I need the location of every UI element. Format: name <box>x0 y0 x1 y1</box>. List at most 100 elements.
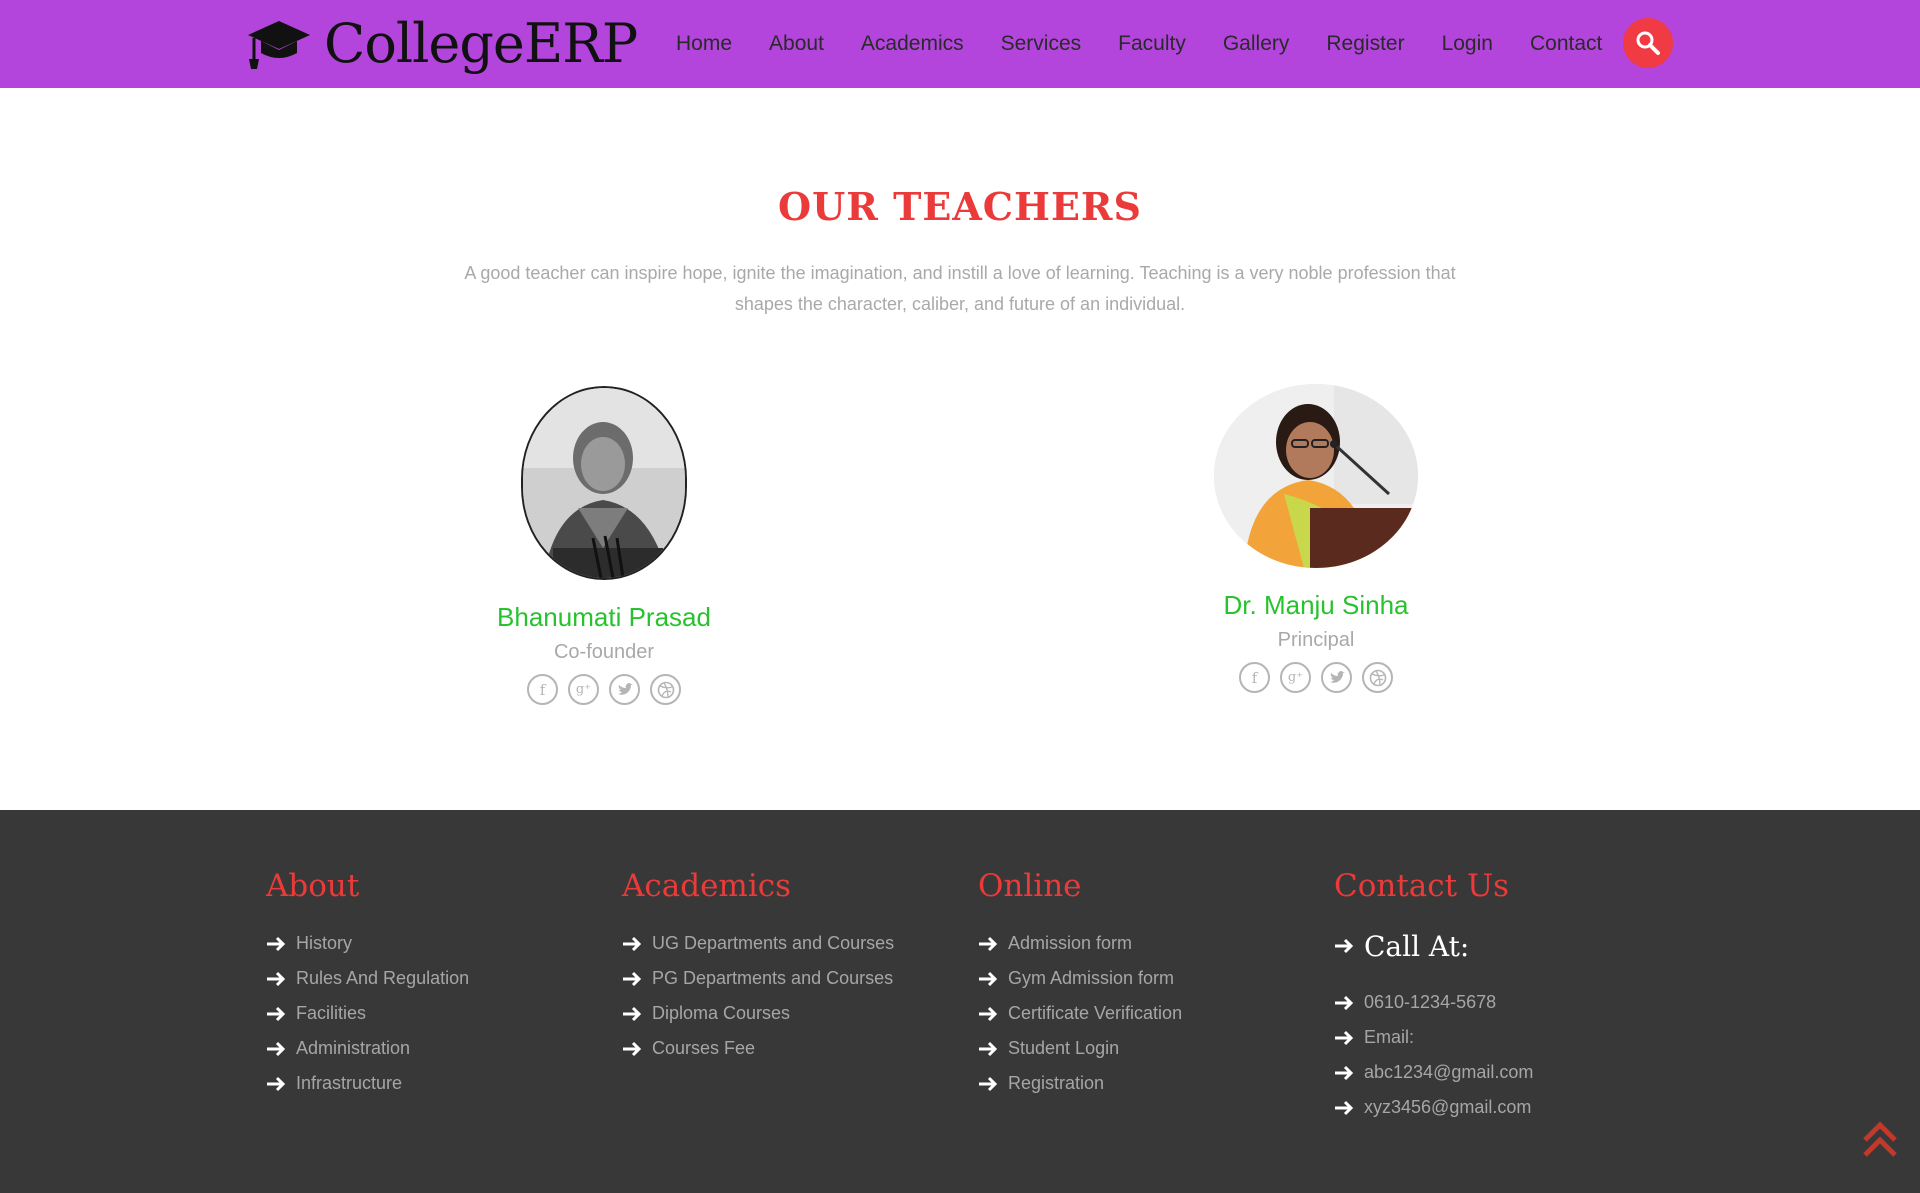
arrow-right-icon <box>623 1041 642 1056</box>
teacher-name: Bhanumati Prasad <box>497 602 711 632</box>
search-button[interactable] <box>1623 18 1673 68</box>
email-label-text: Email: <box>1364 1027 1415 1047</box>
facebook-icon[interactable]: f <box>527 674 558 705</box>
footer-link-infrastructure[interactable]: Infrastructure <box>266 1066 469 1101</box>
twitter-bird-glyph <box>1329 670 1345 683</box>
footer-link-admission-form[interactable]: Admission form <box>978 926 1182 961</box>
arrow-right-icon <box>623 936 642 951</box>
arrow-right-icon <box>267 1006 286 1021</box>
contact-email-1[interactable]: abc1234@gmail.com <box>1334 1055 1533 1090</box>
teacher-portrait-image <box>1214 384 1418 568</box>
teacher-card: Dr. Manju Sinha Principal f g⁺ <box>1166 384 1466 693</box>
footer-link-label: UG Departments and Courses <box>652 933 895 953</box>
nav-gallery[interactable]: Gallery <box>1223 32 1290 56</box>
contact-phone[interactable]: 0610-1234-5678 <box>1334 985 1533 1020</box>
brand-name: CollegeERP <box>324 11 638 75</box>
section-description: A good teacher can inspire hope, ignite … <box>464 263 1456 314</box>
site-footer: About History Rules And Regulation Facil… <box>0 810 1920 1193</box>
nav-home[interactable]: Home <box>676 32 732 56</box>
arrow-right-icon <box>979 1041 998 1056</box>
arrow-right-icon <box>979 1076 998 1091</box>
teacher-name: Dr. Manju Sinha <box>1223 590 1409 620</box>
contact-phone-value: 0610-1234-5678 <box>1364 992 1497 1012</box>
arrow-right-icon <box>267 1041 286 1056</box>
arrow-right-icon <box>979 936 998 951</box>
footer-link-student-login[interactable]: Student Login <box>978 1031 1182 1066</box>
teacher-role: Co-founder <box>553 641 655 663</box>
dribbble-ball-glyph <box>1369 669 1386 686</box>
search-icon <box>1636 31 1660 55</box>
teacher-socials: f g⁺ <box>454 674 754 705</box>
arrow-right-icon <box>1335 1065 1354 1080</box>
footer-heading: Contact Us <box>1334 868 1509 904</box>
dribbble-ball-glyph <box>657 681 674 698</box>
facebook-icon[interactable]: f <box>1239 662 1270 693</box>
nav-login[interactable]: Login <box>1442 32 1493 56</box>
twitter-icon[interactable] <box>1321 662 1352 693</box>
brand-logo[interactable]: CollegeERP <box>246 8 638 78</box>
site-header: CollegeERP Home About Academics Services… <box>0 0 1920 88</box>
arrow-right-icon <box>267 971 286 986</box>
teacher-portrait-image <box>523 388 685 578</box>
footer-link-history[interactable]: History <box>266 926 469 961</box>
footer-link-label: Certificate Verification <box>1008 1003 1183 1023</box>
contact-email-value: abc1234@gmail.com <box>1364 1062 1534 1082</box>
arrow-right-icon <box>979 971 998 986</box>
footer-contact-column: Contact Us Call At: 0610-1234-5678 Email… <box>1334 868 1533 1125</box>
twitter-icon[interactable] <box>609 674 640 705</box>
dribbble-icon[interactable] <box>650 674 681 705</box>
section-title: OUR TEACHERS <box>778 184 1142 229</box>
footer-link-facilities[interactable]: Facilities <box>266 996 469 1031</box>
nav-register[interactable]: Register <box>1326 32 1404 56</box>
footer-link-label: Registration <box>1008 1073 1105 1093</box>
nav-contact[interactable]: Contact <box>1530 32 1602 56</box>
nav-services[interactable]: Services <box>1001 32 1082 56</box>
footer-link-label: Diploma Courses <box>652 1003 791 1023</box>
google-plus-icon[interactable]: g⁺ <box>568 674 599 705</box>
contact-email-label: Email: <box>1334 1020 1533 1055</box>
footer-heading: About <box>266 868 360 904</box>
footer-academics-column: Academics UG Departments and Courses PG … <box>622 868 894 1066</box>
footer-link-label: Gym Admission form <box>1008 968 1175 988</box>
footer-link-label: Rules And Regulation <box>296 968 470 988</box>
footer-link-courses-fee[interactable]: Courses Fee <box>622 1031 894 1066</box>
footer-link-ug-departments[interactable]: UG Departments and Courses <box>622 926 894 961</box>
footer-heading: Academics <box>622 868 792 904</box>
footer-link-label: Student Login <box>1008 1038 1120 1058</box>
arrow-right-icon <box>1335 995 1354 1010</box>
nav-about[interactable]: About <box>769 32 824 56</box>
teacher-photo <box>521 386 687 580</box>
footer-link-administration[interactable]: Administration <box>266 1031 469 1066</box>
arrow-right-icon <box>623 1006 642 1021</box>
teacher-card: Bhanumati Prasad Co-founder f g⁺ <box>454 386 754 705</box>
footer-link-pg-departments[interactable]: PG Departments and Courses <box>622 961 894 996</box>
footer-link-certificate-verification[interactable]: Certificate Verification <box>978 996 1182 1031</box>
nav-academics[interactable]: Academics <box>861 32 964 56</box>
teacher-photo <box>1214 384 1418 568</box>
footer-online-column: Online Admission form Gym Admission form… <box>978 868 1182 1101</box>
arrow-right-icon <box>267 1076 286 1091</box>
graduation-cap-icon <box>248 21 310 69</box>
footer-link-label: Infrastructure <box>296 1073 403 1093</box>
nav-faculty[interactable]: Faculty <box>1118 32 1186 56</box>
footer-link-diploma-courses[interactable]: Diploma Courses <box>622 996 894 1031</box>
teacher-role: Principal <box>1277 629 1355 651</box>
main-nav: Home About Academics Services Faculty Ga… <box>676 0 1639 88</box>
footer-link-label: Facilities <box>296 1003 367 1023</box>
arrow-right-icon <box>623 971 642 986</box>
arrow-right-icon <box>979 1006 998 1021</box>
footer-about-column: About History Rules And Regulation Facil… <box>266 868 469 1101</box>
arrow-right-icon <box>1335 938 1354 954</box>
dribbble-icon[interactable] <box>1362 662 1393 693</box>
footer-link-label: PG Departments and Courses <box>652 968 894 988</box>
footer-link-label: Courses Fee <box>652 1038 756 1058</box>
call-at-label: Call At: <box>1364 929 1470 963</box>
footer-link-rules[interactable]: Rules And Regulation <box>266 961 469 996</box>
google-plus-icon[interactable]: g⁺ <box>1280 662 1311 693</box>
arrow-right-icon <box>267 936 286 951</box>
double-chevron-up-icon[interactable] <box>1862 1118 1898 1160</box>
footer-link-registration[interactable]: Registration <box>978 1066 1182 1101</box>
footer-link-gym-admission[interactable]: Gym Admission form <box>978 961 1182 996</box>
footer-heading: Online <box>978 868 1082 904</box>
contact-email-2[interactable]: xyz3456@gmail.com <box>1334 1090 1533 1125</box>
